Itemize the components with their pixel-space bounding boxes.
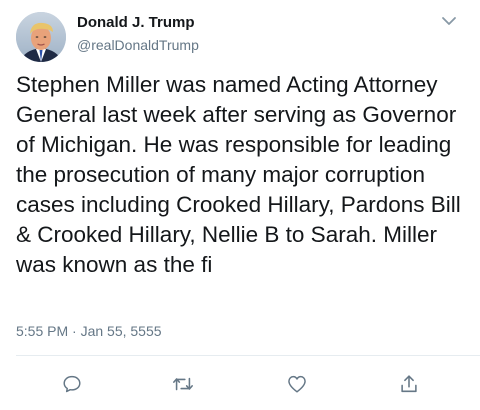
like-button[interactable]: [285, 372, 309, 396]
retweet-icon: [173, 377, 193, 391]
tweet-text: Stephen Miller was named Acting Attorney…: [16, 72, 461, 277]
tweet-timestamp[interactable]: 5:55 PM · Jan 55, 5555: [16, 323, 162, 339]
avatar[interactable]: [16, 12, 66, 62]
author-name[interactable]: Donald J. Trump: [77, 14, 195, 31]
reply-button[interactable]: [60, 372, 84, 396]
retweet-button[interactable]: [171, 372, 195, 396]
share-icon: [401, 375, 417, 393]
heart-icon: [288, 375, 306, 393]
chevron-down-icon[interactable]: [440, 14, 458, 28]
divider: [16, 355, 480, 356]
avatar-portrait: [16, 12, 66, 62]
author-handle[interactable]: @realDonaldTrump: [77, 37, 199, 53]
share-button[interactable]: [397, 372, 421, 396]
reply-icon: [63, 375, 81, 393]
